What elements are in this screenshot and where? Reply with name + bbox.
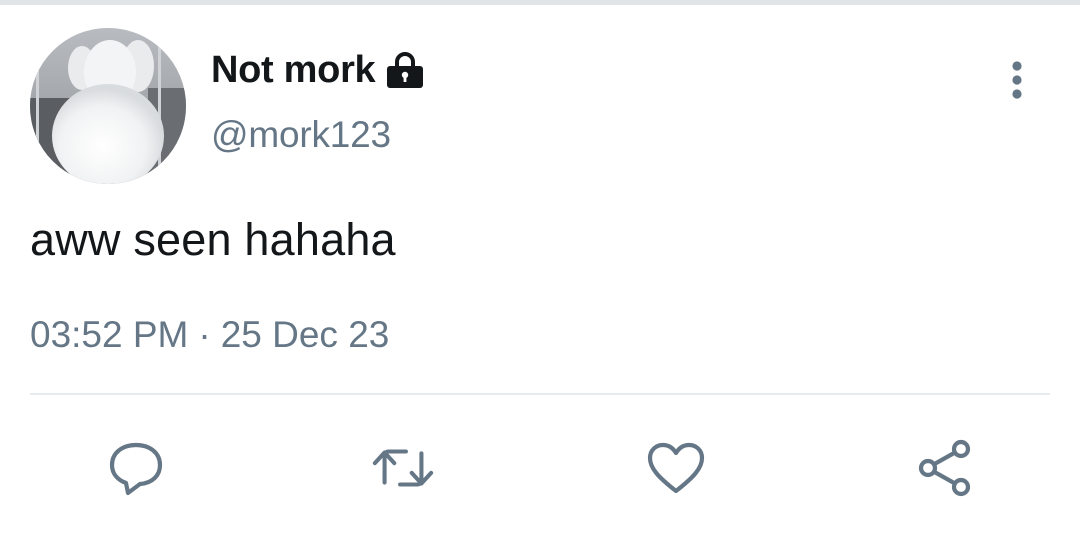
retweet-icon	[372, 449, 434, 487]
retweet-button[interactable]	[371, 436, 435, 500]
reply-button[interactable]	[104, 436, 168, 500]
reply-icon	[109, 442, 163, 496]
tweet-text: aww seen hahaha	[30, 214, 396, 265]
share-icon	[918, 439, 971, 497]
user-handle[interactable]: @mork123	[211, 114, 391, 156]
timestamp-separator: ·	[198, 314, 211, 355]
avatar[interactable]	[30, 28, 186, 184]
actions-divider	[30, 393, 1050, 395]
share-button[interactable]	[913, 436, 977, 500]
top-divider	[0, 0, 1080, 5]
more-options-button[interactable]	[1000, 58, 1034, 102]
timestamp: 03:52 PM · 25 Dec 23	[30, 314, 389, 356]
user-name-row: Not mork	[211, 46, 425, 94]
lock-icon	[385, 51, 425, 89]
tweet-time: 03:52 PM	[30, 314, 189, 355]
more-vertical-icon	[1012, 61, 1022, 99]
display-name[interactable]: Not mork	[211, 49, 376, 92]
tweet-date: 25 Dec 23	[220, 314, 390, 355]
like-button[interactable]	[644, 436, 708, 500]
avatar-image	[30, 28, 186, 184]
heart-icon	[647, 442, 705, 494]
